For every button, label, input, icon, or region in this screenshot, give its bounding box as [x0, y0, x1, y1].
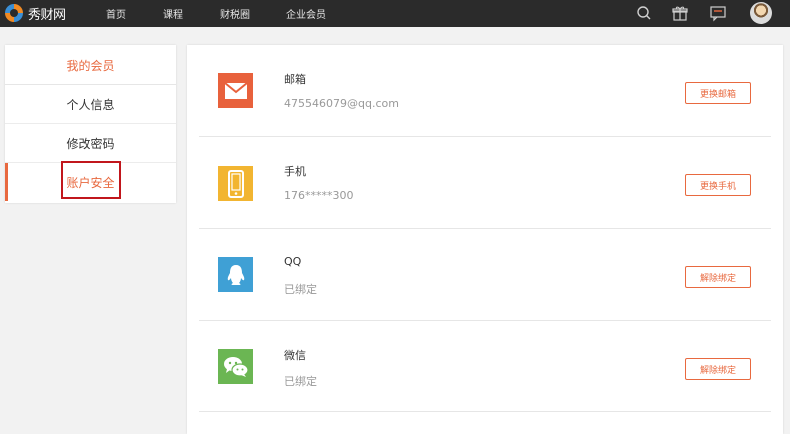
gift-icon[interactable] — [671, 4, 689, 22]
highlight-annotation-box — [61, 161, 121, 199]
member-sidebar: 我的会员 个人信息 修改密码 账户安全 — [5, 45, 176, 203]
security-row-qq: QQ 已绑定 解除绑定 — [199, 229, 771, 321]
phone-icon — [218, 166, 253, 201]
nav-item-circle[interactable]: 财税圈 — [220, 6, 250, 21]
change-phone-button[interactable]: 更换手机 — [685, 174, 751, 196]
logo-text: 秀财网 — [28, 7, 66, 23]
unbind-qq-button[interactable]: 解除绑定 — [685, 266, 751, 288]
wechat-title: 微信 — [284, 349, 306, 362]
security-row-email: 邮箱 475546079@qq.com 更换邮箱 — [199, 45, 771, 137]
security-row-phone: 手机 176*****300 更换手机 — [199, 137, 771, 229]
wechat-icon — [218, 349, 253, 384]
sidebar-item-change-password[interactable]: 修改密码 — [5, 125, 176, 163]
qq-status: 已绑定 — [284, 283, 317, 296]
qq-title: QQ — [284, 255, 302, 268]
nav-item-enterprise[interactable]: 企业会员 — [286, 6, 326, 21]
qq-icon — [218, 257, 253, 292]
nav-item-courses[interactable]: 课程 — [163, 6, 183, 21]
unbind-wechat-button[interactable]: 解除绑定 — [685, 358, 751, 380]
search-icon[interactable] — [635, 4, 653, 22]
user-avatar[interactable] — [750, 2, 772, 24]
sidebar-header-my-membership[interactable]: 我的会员 — [5, 47, 176, 85]
email-title: 邮箱 — [284, 73, 306, 86]
security-row-wechat: 微信 已绑定 解除绑定 — [199, 321, 771, 412]
phone-title: 手机 — [284, 165, 306, 178]
top-navbar: 秀财网 首页 课程 财税圈 企业会员 — [0, 0, 790, 27]
logo-icon — [5, 4, 23, 22]
account-security-panel: 邮箱 475546079@qq.com 更换邮箱 手机 176*****300 … — [187, 45, 783, 434]
email-value: 475546079@qq.com — [284, 97, 399, 110]
site-logo[interactable]: 秀财网 — [5, 3, 66, 23]
phone-value: 176*****300 — [284, 189, 354, 202]
active-indicator — [5, 163, 8, 201]
email-icon — [218, 73, 253, 108]
wechat-status: 已绑定 — [284, 375, 317, 388]
message-icon[interactable] — [709, 4, 727, 22]
change-email-button[interactable]: 更换邮箱 — [685, 82, 751, 104]
sidebar-item-profile[interactable]: 个人信息 — [5, 86, 176, 124]
nav-item-home[interactable]: 首页 — [106, 6, 126, 21]
